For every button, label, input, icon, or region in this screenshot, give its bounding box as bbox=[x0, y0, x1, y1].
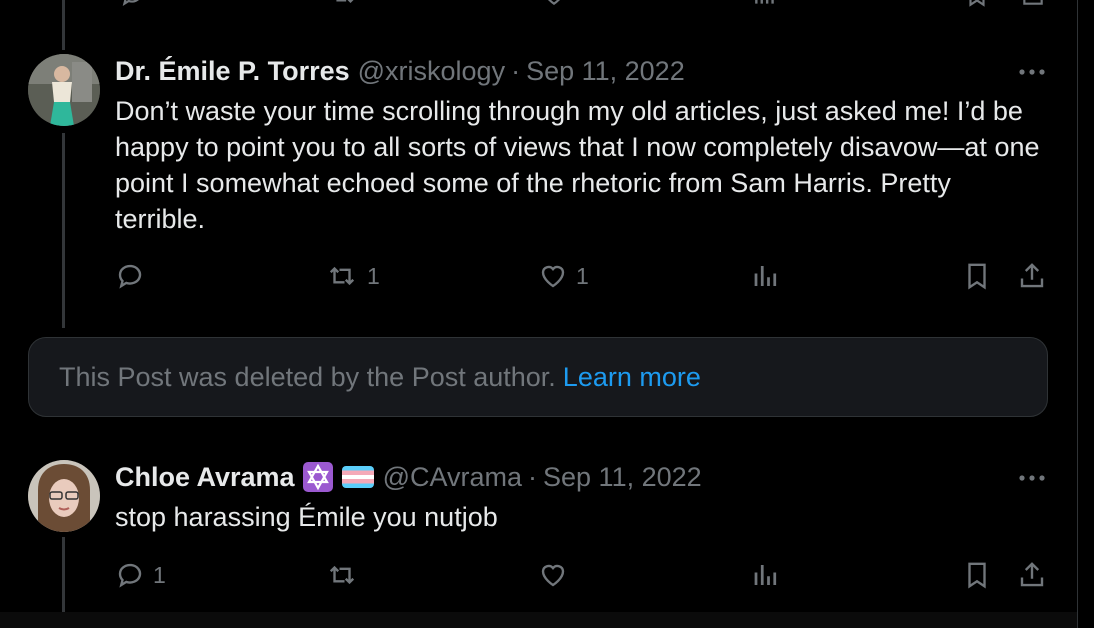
bookmark-icon bbox=[968, 562, 986, 589]
more-icon[interactable] bbox=[1018, 58, 1046, 86]
reply-icon bbox=[118, 264, 142, 289]
deleted-notice-text: This Post was deleted by the Post author… bbox=[59, 361, 556, 392]
star-of-david-emoji bbox=[302, 462, 333, 492]
retweet-button[interactable] bbox=[325, 558, 367, 592]
tweet-text: stop harassing Émile you nutjob bbox=[115, 502, 498, 532]
views-button[interactable] bbox=[751, 558, 781, 592]
thread-connector-top bbox=[62, 0, 65, 50]
retweet-count: 1 bbox=[367, 262, 380, 289]
share-icon bbox=[1020, 562, 1044, 587]
tweet-header: Chloe Avrama @CAvrama · Sep 11, 2022 bbox=[115, 461, 702, 493]
share-icon[interactable] bbox=[1018, 0, 1048, 8]
tweet-actions: 1 1 bbox=[115, 259, 1050, 293]
like-button[interactable]: 1 bbox=[538, 259, 589, 293]
like-icon bbox=[541, 265, 565, 288]
avatar[interactable] bbox=[28, 460, 100, 532]
separator: · bbox=[511, 56, 521, 86]
more-icon[interactable] bbox=[1018, 464, 1046, 492]
share-button[interactable] bbox=[1017, 558, 1047, 592]
reply-count: 1 bbox=[153, 561, 166, 588]
tweet-text: Don’t waste your time scrolling through … bbox=[115, 96, 1040, 234]
timestamp[interactable]: Sep 11, 2022 bbox=[526, 55, 685, 87]
timeline-bottom-edge bbox=[0, 612, 1078, 628]
reply-button[interactable]: 1 bbox=[115, 558, 166, 592]
handle[interactable]: @CAvrama bbox=[383, 461, 522, 493]
avatar[interactable] bbox=[28, 54, 100, 126]
views-icon bbox=[754, 266, 777, 286]
like-count: 1 bbox=[576, 262, 589, 289]
views-icon bbox=[754, 565, 777, 585]
like-icon bbox=[541, 564, 565, 587]
transgender-flag-emoji bbox=[341, 462, 375, 492]
previous-tweet-actions bbox=[115, 0, 1050, 8]
bookmark-icon[interactable] bbox=[963, 0, 991, 8]
tweet-actions: 1 bbox=[115, 558, 1050, 592]
display-name[interactable]: Dr. Émile P. Torres bbox=[115, 55, 350, 87]
thread-connector-tweet1 bbox=[62, 133, 65, 328]
retweet-button[interactable]: 1 bbox=[325, 259, 380, 293]
learn-more-link[interactable]: Learn more bbox=[563, 362, 701, 393]
bookmark-button[interactable] bbox=[962, 259, 992, 293]
reply-icon bbox=[118, 563, 142, 588]
share-icon bbox=[1020, 263, 1044, 288]
bookmark-icon bbox=[968, 263, 986, 290]
handle[interactable]: @xriskology bbox=[358, 55, 505, 87]
separator: · bbox=[528, 462, 538, 492]
retweet-icon[interactable] bbox=[327, 0, 361, 8]
timestamp[interactable]: Sep 11, 2022 bbox=[543, 461, 702, 493]
like-button[interactable] bbox=[538, 558, 576, 592]
deleted-post-notice: This Post was deleted by the Post author… bbox=[28, 337, 1048, 417]
bookmark-button[interactable] bbox=[962, 558, 992, 592]
scrollbar-track[interactable] bbox=[1078, 0, 1094, 628]
display-name[interactable]: Chloe Avrama bbox=[115, 461, 295, 493]
reply-button[interactable] bbox=[115, 259, 153, 293]
views-icon[interactable] bbox=[751, 0, 779, 8]
share-button[interactable] bbox=[1017, 259, 1047, 293]
views-button[interactable] bbox=[751, 259, 781, 293]
thread-view: Dr. Émile P. Torres @xriskology · Sep 11… bbox=[0, 0, 1094, 628]
retweet-icon bbox=[329, 266, 355, 286]
tweet-header: Dr. Émile P. Torres @xriskology · Sep 11… bbox=[115, 55, 685, 87]
reply-icon[interactable] bbox=[117, 0, 147, 8]
retweet-icon bbox=[329, 565, 355, 585]
like-icon[interactable] bbox=[539, 0, 569, 8]
